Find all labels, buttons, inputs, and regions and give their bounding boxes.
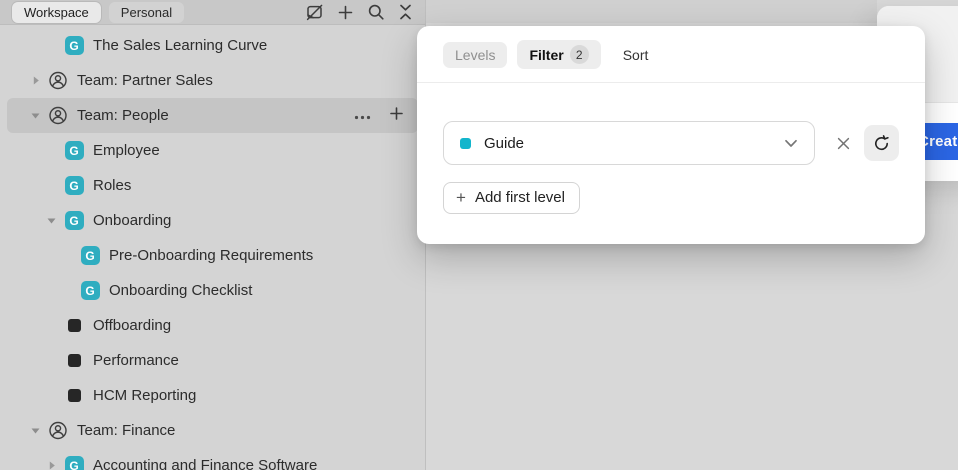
guide-icon: G <box>64 456 84 470</box>
plus-icon: + <box>456 188 466 207</box>
tree-row-label: Accounting and Finance Software <box>93 457 318 470</box>
main-top-strip <box>426 0 877 23</box>
tree-row-roles[interactable]: G Roles <box>7 168 418 203</box>
doc-square-icon <box>67 354 81 367</box>
chevron-right-icon[interactable] <box>46 460 64 470</box>
chevron-down-icon[interactable] <box>30 425 48 436</box>
row-actions <box>354 106 418 125</box>
reset-filter-button[interactable] <box>864 125 899 161</box>
tab-levels-label: Levels <box>455 46 496 63</box>
plus-icon[interactable] <box>337 4 354 21</box>
notifications-off-icon[interactable] <box>305 3 324 22</box>
tab-sort[interactable]: Sort <box>611 42 661 68</box>
tree-row-onboarding-checklist[interactable]: G Onboarding Checklist <box>7 273 418 308</box>
tree-row-label: Team: People <box>77 107 169 124</box>
guide-icon: G <box>64 211 84 231</box>
filter-selected-value: Guide <box>484 134 525 152</box>
guide-badge: G <box>64 36 84 55</box>
tree-row-team-people[interactable]: Team: People <box>7 98 418 133</box>
filter-count-badge: 2 <box>569 45 589 64</box>
tree-row-label: HCM Reporting <box>93 387 197 404</box>
doc-icon <box>64 351 84 371</box>
popover-content: Guide + Add first level <box>417 83 925 214</box>
tree-row-onboarding[interactable]: G Onboarding <box>7 203 418 238</box>
chevron-down-icon[interactable] <box>46 215 64 226</box>
doc-square-icon <box>67 319 81 332</box>
tree-row-hcm-reporting[interactable]: HCM Reporting <box>7 378 418 413</box>
guide-color-dot <box>460 137 471 149</box>
tree-row-label: Employee <box>93 142 160 159</box>
tab-filter-label: Filter <box>529 46 564 63</box>
tree-row-label: The Sales Learning Curve <box>93 37 268 54</box>
guide-icon: G <box>80 246 100 266</box>
tab-workspace[interactable]: Workspace <box>12 1 101 23</box>
add-first-level-label: Add first level <box>474 189 565 206</box>
guide-icon: G <box>64 176 84 196</box>
tab-filter[interactable]: Filter 2 <box>517 40 601 69</box>
guide-badge: G <box>80 281 100 300</box>
team-icon <box>48 71 68 91</box>
guide-badge: G <box>64 211 84 230</box>
guide-badge: G <box>64 176 84 195</box>
collapse-icon[interactable] <box>398 3 413 21</box>
tab-personal[interactable]: Personal <box>108 1 185 23</box>
filter-row: Guide <box>443 121 899 165</box>
sidebar-topbar: Workspace Personal <box>0 0 425 25</box>
filter-popover: Levels Filter 2 Sort Guide + Add first l… <box>417 26 925 244</box>
doc-icon <box>64 386 84 406</box>
tab-sort-label: Sort <box>622 46 649 63</box>
guide-badge: G <box>64 456 84 470</box>
guide-icon: G <box>64 36 84 56</box>
doc-square-icon <box>67 389 81 402</box>
tree-row-label: Onboarding Checklist <box>109 282 253 299</box>
add-first-level-button[interactable]: + Add first level <box>443 182 580 214</box>
search-icon[interactable] <box>367 3 385 21</box>
tree-row-pre-onboarding-requirements[interactable]: G Pre-Onboarding Requirements <box>7 238 418 273</box>
guide-icon: G <box>80 281 100 301</box>
chevron-right-icon[interactable] <box>30 75 48 86</box>
doc-icon <box>64 316 84 336</box>
tree-row-offboarding[interactable]: Offboarding <box>7 308 418 343</box>
tab-levels[interactable]: Levels <box>443 41 508 68</box>
remove-filter-icon[interactable] <box>836 136 851 151</box>
document-tree: G The Sales Learning Curve Team: Partner S… <box>0 25 425 470</box>
sidebar: Workspace Personal G The Sales Learning … <box>0 0 426 470</box>
tree-row-team-partner-sales[interactable]: Team: Partner Sales <box>7 63 418 98</box>
team-icon <box>48 106 68 126</box>
add-doc-icon[interactable] <box>389 106 404 125</box>
tree-row-team-finance[interactable]: Team: Finance <box>7 413 418 448</box>
tree-row-label: Offboarding <box>93 317 172 334</box>
chevron-down-icon[interactable] <box>30 110 48 121</box>
team-icon <box>48 421 68 441</box>
filter-type-select[interactable]: Guide <box>443 121 816 165</box>
guide-badge: G <box>64 141 84 160</box>
guide-icon: G <box>64 141 84 161</box>
tree-row-performance[interactable]: Performance <box>7 343 418 378</box>
tree-row-label: Roles <box>93 177 132 194</box>
popover-header: Levels Filter 2 Sort <box>417 26 925 83</box>
tree-row-accounting-and-finance-software[interactable]: G Accounting and Finance Software <box>7 448 418 470</box>
more-options-icon[interactable] <box>354 107 371 124</box>
tree-row-label: Team: Finance <box>77 422 176 439</box>
tree-row-label: Onboarding <box>93 212 172 229</box>
sidebar-toolbar <box>305 3 413 22</box>
guide-badge: G <box>80 246 100 265</box>
chevron-down-icon <box>784 139 798 148</box>
tree-row-the-sales-learning-curve[interactable]: G The Sales Learning Curve <box>7 28 418 63</box>
tree-row-label: Pre-Onboarding Requirements <box>109 247 314 264</box>
tree-row-label: Team: Partner Sales <box>77 72 213 89</box>
tree-row-label: Performance <box>93 352 179 369</box>
tree-row-employee[interactable]: G Employee <box>7 133 418 168</box>
